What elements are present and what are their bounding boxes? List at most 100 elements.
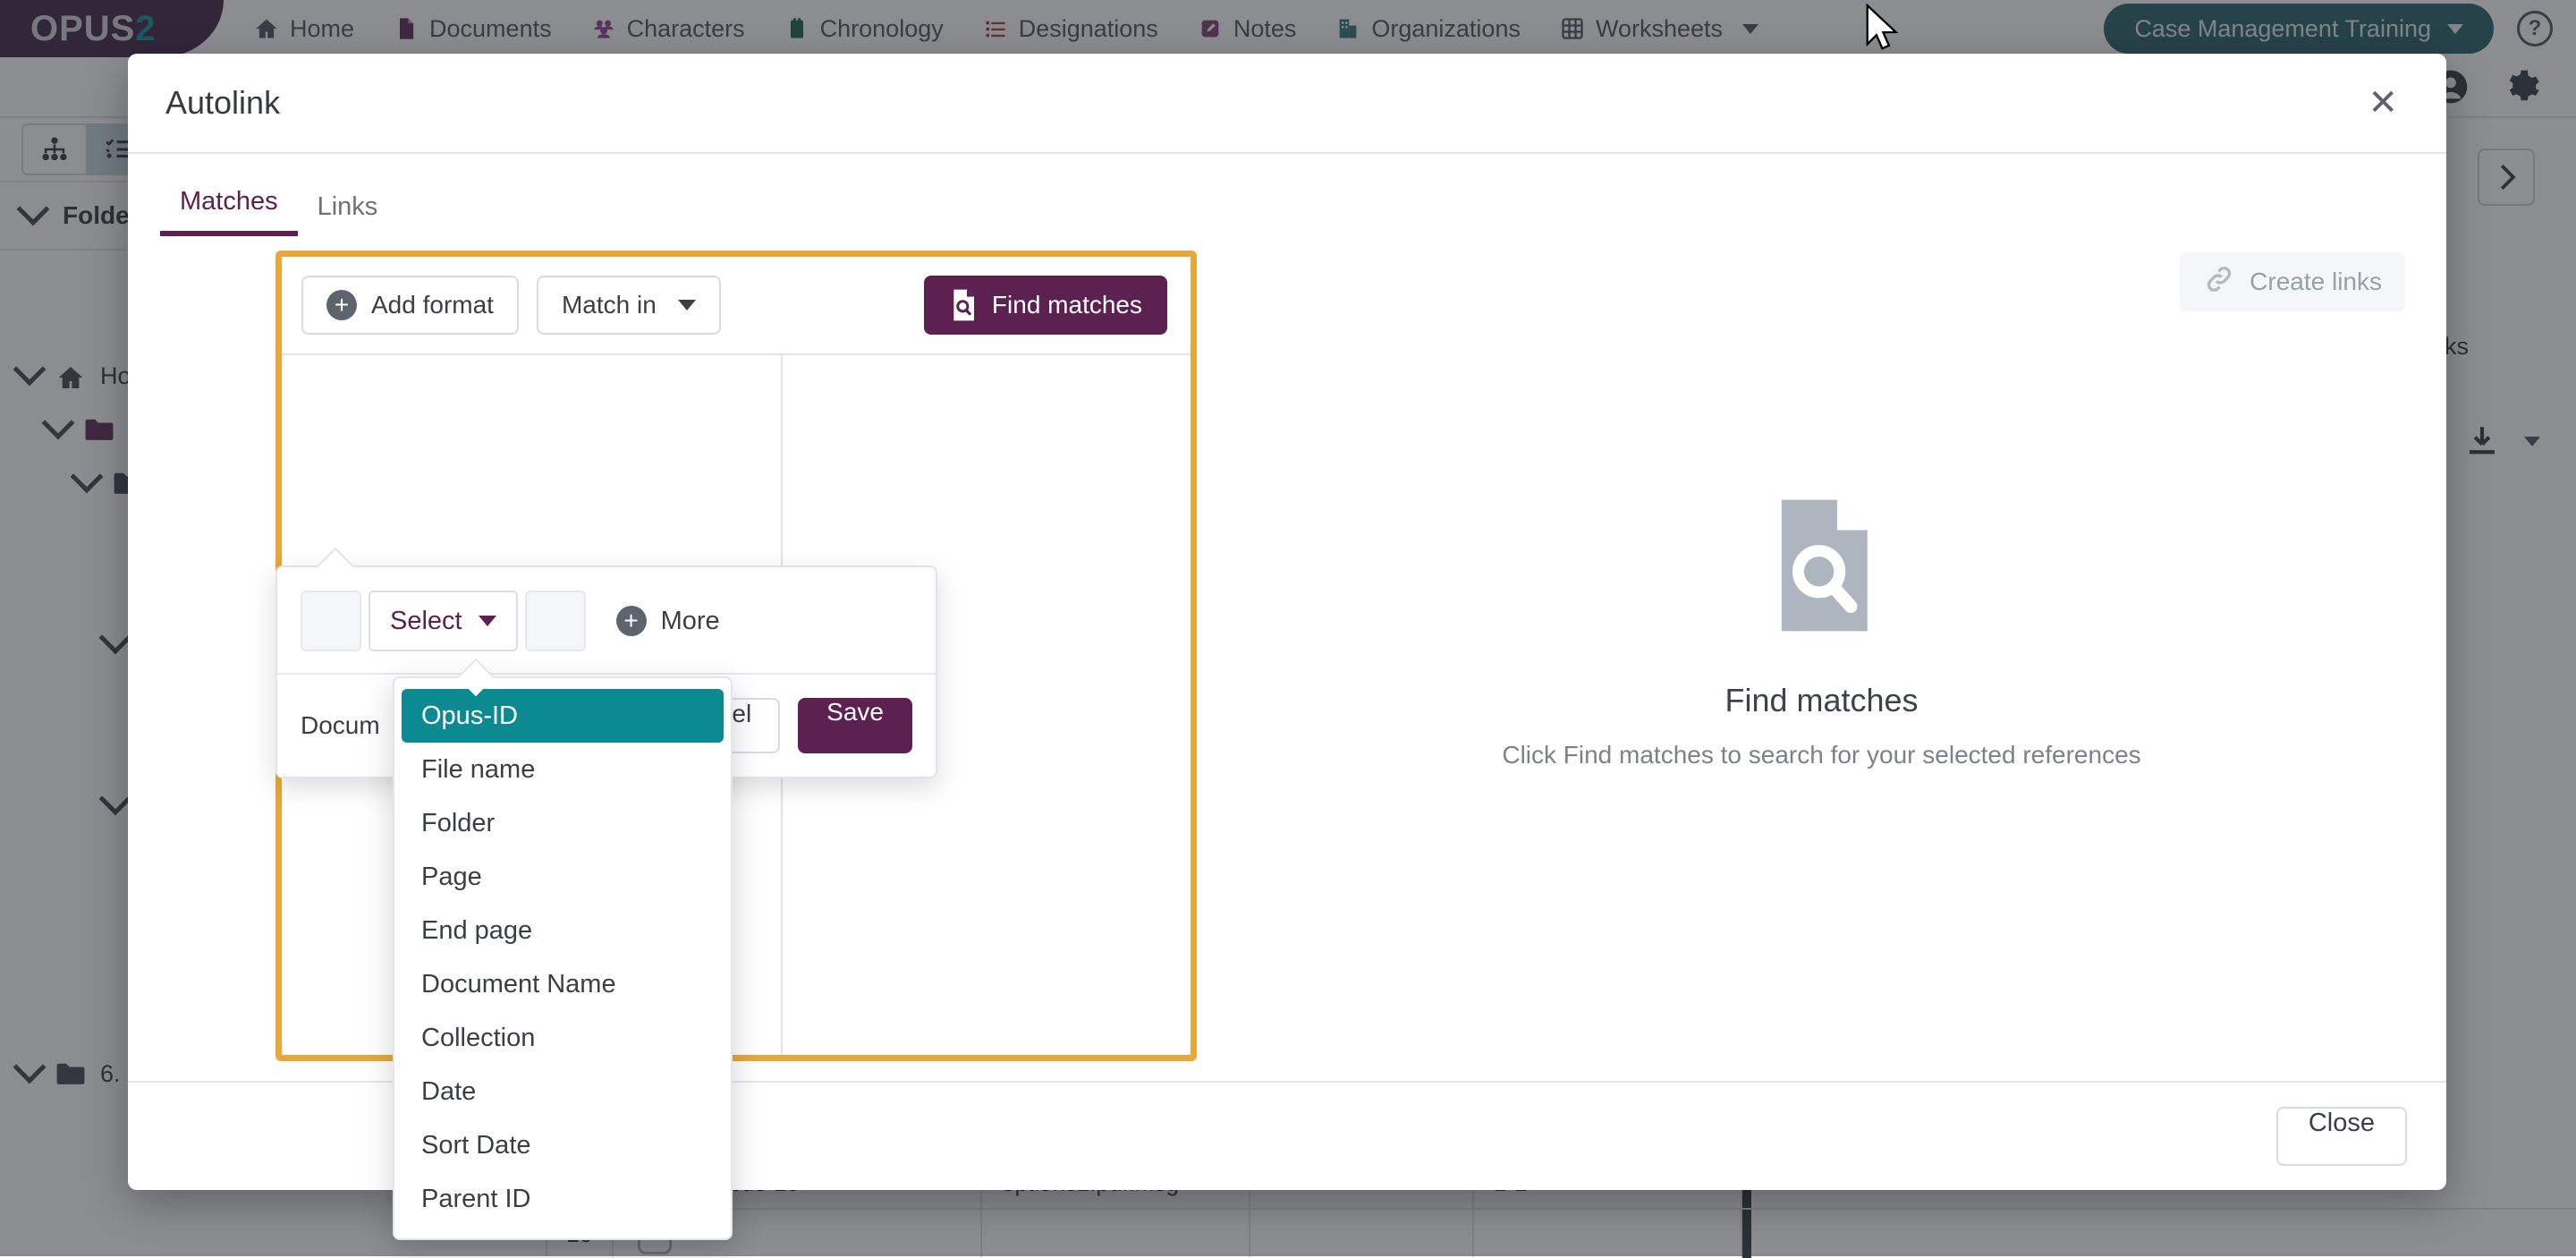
empty-state-subtitle: Click Find matches to search for your se…	[1502, 741, 2140, 769]
autolink-modal: Autolink ✕ Matches Links + Add format Ma…	[128, 54, 2446, 1190]
format-segment-suffix[interactable]	[525, 591, 586, 651]
chevron-down-icon[interactable]	[71, 461, 104, 494]
plus-circle-icon: +	[616, 606, 647, 636]
brand-text: OPUS2	[30, 9, 157, 49]
dropdown-option[interactable]: File name	[402, 743, 724, 796]
nav-item-documents[interactable]: Documents	[374, 0, 572, 57]
close-button[interactable]: Close	[2276, 1107, 2407, 1166]
chevron-down-icon	[17, 193, 50, 226]
cell-file-name	[982, 1210, 1250, 1258]
cell-trailing	[1751, 1210, 2576, 1258]
nav-right-group: Case Management Training ?	[2104, 4, 2576, 54]
tab-matches[interactable]: Matches	[160, 187, 298, 236]
hierarchy-icon[interactable]	[23, 125, 86, 174]
matches-empty-state: Find matches Click Find matches to searc…	[1197, 236, 2446, 1081]
empty-state-title: Find matches	[1724, 682, 1918, 719]
home-icon	[55, 363, 86, 388]
list-icon	[983, 16, 1008, 41]
dropdown-option[interactable]: Document Name	[402, 957, 724, 1011]
find-matches-button[interactable]: Find matches	[924, 276, 1167, 335]
add-more-label: More	[661, 607, 720, 636]
modal-body: + Add format Match in Find matches	[128, 236, 2446, 1081]
chevron-down-icon	[2447, 24, 2463, 34]
nav-label: Worksheets	[1596, 15, 1723, 43]
save-button[interactable]: Save	[798, 698, 912, 753]
nav-item-home[interactable]: Home	[234, 0, 374, 57]
modal-tabs: Matches Links	[128, 154, 2446, 236]
nav-label: Characters	[627, 15, 745, 43]
field-select-dropdown: Opus-IDFile nameFolderPageEnd pageDocume…	[393, 676, 733, 1240]
document-search-icon	[1761, 495, 1883, 641]
tab-links[interactable]: Links	[298, 192, 398, 236]
chevron-down-icon[interactable]	[13, 353, 47, 387]
dropdown-option[interactable]: Collection	[402, 1011, 724, 1065]
links-column-label: ks	[2445, 333, 2469, 361]
case-selector[interactable]: Case Management Training	[2104, 4, 2494, 54]
page-title: Autolink	[165, 84, 280, 122]
add-more-button[interactable]: + More	[616, 606, 720, 636]
nav-items: Home Documents Characters Chronology Des…	[234, 0, 1778, 57]
secondary-toolbar-right	[2431, 67, 2576, 106]
nav-item-designations[interactable]: Designations	[963, 0, 1178, 57]
document-icon	[394, 16, 419, 41]
folder-icon	[55, 1061, 86, 1086]
calendar-icon	[784, 16, 809, 41]
nav-item-worksheets[interactable]: Worksheets	[1540, 0, 1778, 57]
chevron-down-icon[interactable]	[99, 783, 132, 816]
dropdown-option[interactable]: Folder	[402, 796, 724, 850]
close-icon[interactable]: ✕	[2368, 85, 2398, 121]
nav-label: Documents	[429, 15, 552, 43]
dropdown-option[interactable]: Opus-ID	[402, 689, 724, 743]
link-icon	[2203, 263, 2235, 302]
chevron-down-icon[interactable]	[99, 622, 132, 655]
dropdown-option[interactable]: Page	[402, 850, 724, 904]
dropdown-option[interactable]: Date	[402, 1065, 724, 1118]
dropdown-option[interactable]: Parent ID	[402, 1172, 724, 1226]
chevron-down-icon	[678, 300, 696, 310]
nav-label: Designations	[1019, 15, 1158, 43]
people-icon	[591, 16, 616, 41]
cell-extra	[1250, 1210, 1474, 1258]
find-matches-label: Find matches	[992, 291, 1142, 319]
download-icon[interactable]	[2463, 422, 2540, 460]
chevron-down-icon[interactable]	[13, 1051, 47, 1084]
help-icon[interactable]: ?	[2517, 11, 2553, 47]
nav-label: Organizations	[1371, 15, 1521, 43]
home-icon	[254, 16, 279, 41]
dropdown-option[interactable]: Sort Date	[402, 1118, 724, 1172]
match-in-label: Match in	[562, 291, 657, 319]
chevron-right-icon[interactable]	[2478, 149, 2535, 206]
table-row[interactable]: 16	[547, 1208, 2576, 1258]
gear-icon[interactable]	[2501, 67, 2540, 106]
create-links-wrap: Create links	[2180, 252, 2405, 311]
nav-item-chronology[interactable]: Chronology	[765, 0, 963, 57]
pencil-icon	[1198, 16, 1223, 41]
nav-item-characters[interactable]: Characters	[572, 0, 765, 57]
row-marker	[1742, 1210, 1751, 1258]
format-hint-text: Docum	[301, 711, 380, 740]
top-navigation-bar: OPUS2 Home Documents Characters Chronolo…	[0, 0, 2576, 57]
grid-icon	[1560, 16, 1585, 41]
building-icon	[1335, 16, 1360, 41]
add-format-button[interactable]: + Add format	[301, 276, 519, 335]
nav-label: Chronology	[820, 15, 944, 43]
format-segments-row: Select + More	[277, 567, 936, 673]
match-in-dropdown[interactable]: Match in	[537, 276, 721, 335]
format-field-select[interactable]: Select	[369, 591, 518, 651]
chevron-down-icon[interactable]	[2524, 437, 2540, 446]
dropdown-option[interactable]: End page	[402, 904, 724, 957]
nav-item-notes[interactable]: Notes	[1178, 0, 1317, 57]
folder-icon	[84, 417, 114, 442]
format-segment-prefix[interactable]	[301, 591, 361, 651]
format-field-select-label: Select	[390, 607, 462, 636]
chevron-down-icon[interactable]	[1742, 24, 1758, 34]
nav-item-organizations[interactable]: Organizations	[1316, 0, 1540, 57]
modal-header: Autolink ✕	[128, 54, 2446, 154]
chevron-down-icon	[479, 616, 496, 626]
plus-circle-icon: +	[326, 290, 357, 320]
case-selector-label: Case Management Training	[2134, 15, 2431, 43]
nav-label: Home	[290, 15, 354, 43]
opus2-logo[interactable]: OPUS2	[0, 0, 224, 57]
chevron-down-icon[interactable]	[42, 407, 75, 440]
create-links-button[interactable]: Create links	[2180, 252, 2405, 311]
